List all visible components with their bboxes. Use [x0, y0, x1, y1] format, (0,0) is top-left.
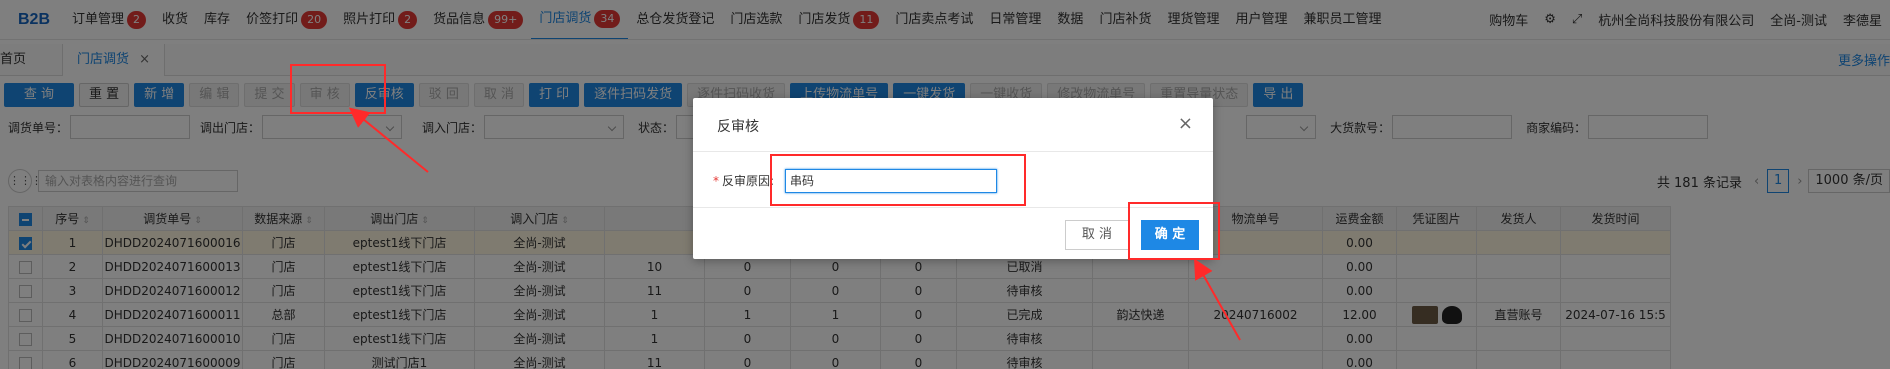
annotation-box-confirm: [1128, 202, 1220, 260]
annotation-box-reverse-audit: [290, 64, 386, 114]
dialog-header: 反审核 ×: [693, 98, 1213, 152]
reason-label-text: 反审原因:: [722, 174, 775, 188]
dialog-title: 反审核: [717, 119, 759, 135]
required-mark: *: [713, 174, 719, 188]
close-icon[interactable]: ×: [1178, 115, 1193, 133]
annotation-box-reason: [770, 154, 1026, 206]
reason-label: * 反审原因:: [713, 172, 774, 189]
cancel-button[interactable]: 取 消: [1065, 220, 1129, 250]
